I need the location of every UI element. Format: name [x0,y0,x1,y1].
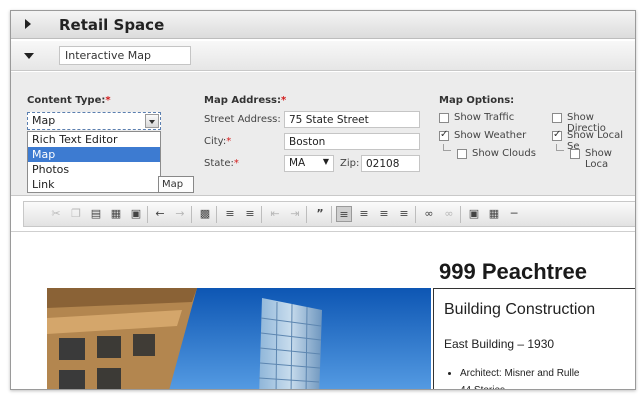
options-panel: Content Type:* Map Rich Text Editor Map … [11,72,635,196]
toolbar-separator [191,206,192,223]
sidebar-heading: Building Construction [444,301,596,318]
section-header[interactable]: Retail Space [11,11,635,39]
street-label: Street Address: [204,114,281,125]
section-title: Retail Space [59,16,165,34]
show-weather-checkbox[interactable] [439,129,449,141]
show-local-search-checkbox[interactable] [552,129,562,141]
collapse-arrow-icon[interactable] [24,53,34,59]
show-directions-checkbox[interactable] [552,113,562,123]
table-icon[interactable]: ▦ [486,206,502,222]
outdent-icon[interactable]: ⇤ [267,206,283,222]
expand-arrow-icon[interactable] [25,19,31,29]
content-type-select[interactable]: Map [27,112,161,130]
menu-item-photos[interactable]: Photos [28,162,160,177]
toolbar-separator [306,206,307,223]
city-input[interactable] [284,133,420,150]
show-clouds-checkbox[interactable] [457,149,467,159]
show-traffic-checkbox[interactable] [439,113,449,123]
sidebar-subheading: East Building – 1930 [444,337,555,351]
unlink-icon[interactable]: ∞ [441,206,457,222]
show-weather-label: Show Weather [454,130,527,141]
content-type-menu: Rich Text Editor Map Photos Link [27,131,161,193]
toolbar-separator [331,206,332,223]
undo-icon[interactable]: ← [152,206,168,222]
chevron-down-icon[interactable] [145,114,159,128]
building-photo-image [47,288,431,389]
tree-connector [556,144,564,151]
toolbar-separator [415,206,416,223]
show-traffic-label: Show Traffic [454,112,515,123]
list-item: Architect: Misner and Rulle [460,365,580,382]
state-label: State:* [204,158,239,169]
tooltip: Map [158,176,194,193]
zip-label: Zip: [340,158,360,169]
copy-icon[interactable]: ❐ [68,206,84,222]
editor-toolbar: ✂ ❐ ▤ ▦ ▣ ← → ▩ ≡ ≡ ⇤ ⇥ ” ≡ ≡ ≡ ≡ ∞ ∞ ▣ … [23,201,635,227]
indent-icon[interactable]: ⇥ [287,206,303,222]
menu-item-rich-text-editor[interactable]: Rich Text Editor [28,132,160,147]
numbered-list-icon[interactable]: ≡ [222,206,238,222]
show-clouds-label: Show Clouds [472,148,536,159]
paste-word-icon[interactable]: ▣ [128,206,144,222]
widget-header [11,41,635,71]
list-item: 44 Stories [460,382,580,389]
cut-icon[interactable]: ✂ [48,206,64,222]
map-options-label: Map Options: [439,95,515,106]
horizontal-rule-icon[interactable]: ─ [506,206,522,222]
editor-content[interactable]: 999 Peachtree Building Construction East… [11,231,635,389]
widget-name-input[interactable] [59,46,191,65]
street-address-input[interactable] [284,111,420,128]
redo-icon[interactable]: → [172,206,188,222]
show-local-checkbox[interactable] [570,149,580,159]
toolbar-separator [460,206,461,223]
justify-icon[interactable]: ≡ [396,206,412,222]
image-icon[interactable]: ▣ [466,206,482,222]
state-select[interactable]: MA ▼ [284,155,334,172]
bullet-list-icon[interactable]: ≡ [242,206,258,222]
link-icon[interactable]: ∞ [421,206,437,222]
building-photo [47,288,431,389]
menu-item-map[interactable]: Map [28,147,160,162]
paste-icon[interactable]: ▤ [88,206,104,222]
content-type-value: Map [32,114,56,127]
info-list: Architect: Misner and Rulle 44 Stories [460,365,580,389]
zip-input[interactable] [361,155,420,172]
map-address-label: Map Address:* [204,95,287,106]
content-type-label: Content Type:* [27,95,111,106]
state-value: MA [289,157,306,169]
paste-text-icon[interactable]: ▦ [108,206,124,222]
show-local-label: Show Loca [585,148,612,170]
toolbar-separator [216,206,217,223]
toolbar-separator [261,206,262,223]
editor-window: Retail Space Content Type:* Map Rich Tex… [10,10,636,390]
chevron-down-icon: ▼ [322,157,329,166]
content-headline: 999 Peachtree [439,259,587,284]
menu-item-link[interactable]: Link [28,177,160,192]
align-right-icon[interactable]: ≡ [376,206,392,222]
tree-connector [443,144,451,151]
city-label: City:* [204,136,232,147]
format-icon[interactable]: ▩ [197,206,213,222]
info-sidebar: Building Construction East Building – 19… [433,288,635,389]
align-center-icon[interactable]: ≡ [356,206,372,222]
toolbar-separator [147,206,148,223]
blockquote-icon[interactable]: ” [312,206,328,222]
align-left-icon[interactable]: ≡ [336,206,352,222]
